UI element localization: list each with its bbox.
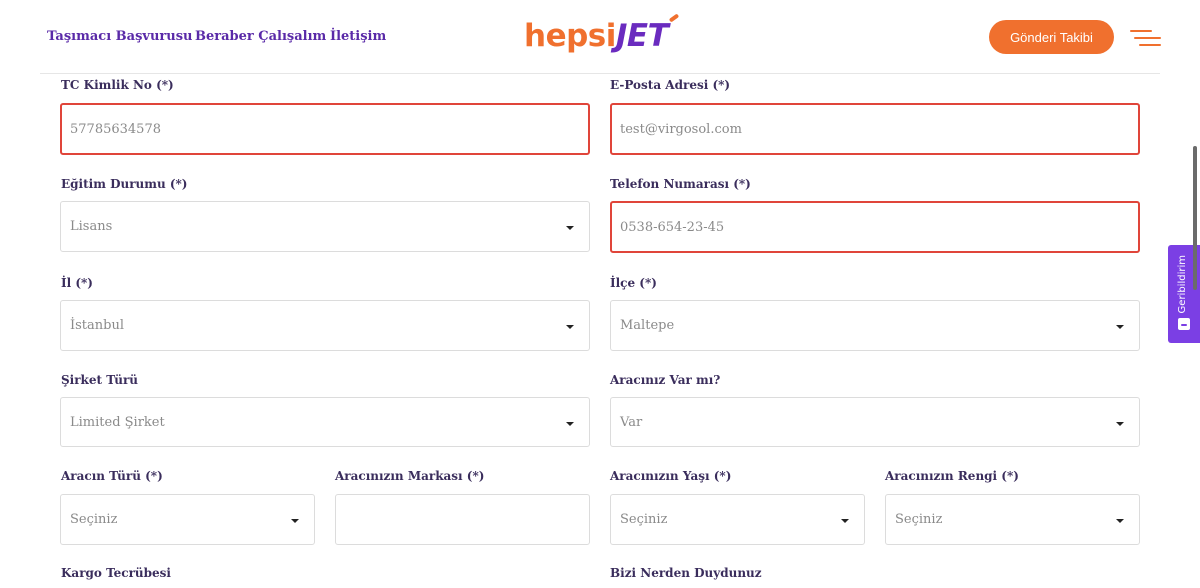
- vehicle-type-select[interactable]: Seçiniz: [60, 494, 315, 545]
- vehicle-age-select[interactable]: Seçiniz: [610, 494, 865, 545]
- vehicle-brand-input[interactable]: [335, 494, 590, 545]
- header-divider: [40, 73, 1160, 74]
- phone-label: Telefon Numarası (*): [610, 177, 751, 191]
- has-vehicle-value: Var: [620, 414, 643, 430]
- caret-down-icon: [1116, 325, 1124, 329]
- hepsijet-logo[interactable]: hepsi JET: [524, 13, 680, 54]
- vehicle-color-label: Aracınızın Rengi (*): [885, 469, 1019, 483]
- city-label: İl (*): [61, 276, 93, 290]
- education-label: Eğitim Durumu (*): [61, 177, 188, 191]
- caret-down-icon: [566, 422, 574, 426]
- vehicle-type-value: Seçiniz: [70, 512, 118, 527]
- company-type-select[interactable]: Limited Şirket: [60, 397, 590, 447]
- tc-value: 57785634578: [70, 121, 161, 137]
- district-value: Maltepe: [620, 318, 675, 333]
- nav-link-work-together[interactable]: Beraber Çalışalım: [195, 29, 326, 44]
- email-label: E-Posta Adresi (*): [610, 78, 731, 92]
- caret-down-icon: [841, 519, 849, 523]
- vehicle-brand-label: Aracınızın Markası (*): [335, 469, 485, 483]
- logo-accent-mark: [668, 13, 680, 23]
- nav-link-carrier-application[interactable]: Taşımacı Başvurusu: [47, 29, 192, 44]
- phone-value: 0538-654-23-45: [620, 219, 725, 235]
- cargo-experience-label: Kargo Tecrübesi: [61, 566, 171, 580]
- caret-down-icon: [1116, 519, 1124, 523]
- district-label: İlçe (*): [610, 276, 657, 290]
- company-type-value: Limited Şirket: [70, 414, 165, 430]
- vehicle-type-label: Aracın Türü (*): [61, 469, 163, 483]
- district-select[interactable]: Maltepe: [610, 300, 1140, 351]
- caret-down-icon: [566, 325, 574, 329]
- caret-down-icon: [1116, 422, 1124, 426]
- site-header: Taşımacı Başvurusu Beraber Çalışalım İle…: [0, 0, 1200, 74]
- company-type-label: Şirket Türü: [61, 373, 138, 387]
- has-vehicle-label: Aracınız Var mı?: [610, 373, 721, 387]
- phone-input[interactable]: 0538-654-23-45: [610, 201, 1140, 253]
- city-select[interactable]: İstanbul: [60, 300, 590, 351]
- shipment-tracking-button[interactable]: Gönderi Takibi: [989, 20, 1114, 54]
- feedback-widget-label: Geribildirim: [1177, 255, 1188, 314]
- has-vehicle-select[interactable]: Var: [610, 397, 1140, 447]
- feedback-face-icon: [1178, 318, 1190, 330]
- page-scrollbar[interactable]: [1193, 146, 1197, 290]
- tc-input[interactable]: 57785634578: [60, 103, 590, 155]
- referral-label: Bizi Nerden Duydunuz: [610, 566, 762, 580]
- caret-down-icon: [566, 226, 574, 230]
- education-value: Lisans: [70, 219, 113, 234]
- email-input[interactable]: test@virgosol.com: [610, 103, 1140, 155]
- vehicle-color-value: Seçiniz: [895, 512, 943, 527]
- tc-label: TC Kimlik No (*): [61, 78, 174, 92]
- city-value: İstanbul: [70, 318, 125, 333]
- vehicle-age-value: Seçiniz: [620, 512, 668, 527]
- email-value: test@virgosol.com: [620, 121, 742, 137]
- caret-down-icon: [291, 519, 299, 523]
- hamburger-menu-icon[interactable]: [1130, 28, 1161, 48]
- nav-link-contact[interactable]: İletişim: [330, 29, 386, 44]
- vehicle-age-label: Aracınızın Yaşı (*): [610, 469, 732, 483]
- education-select[interactable]: Lisans: [60, 201, 590, 252]
- vehicle-color-select[interactable]: Seçiniz: [885, 494, 1140, 545]
